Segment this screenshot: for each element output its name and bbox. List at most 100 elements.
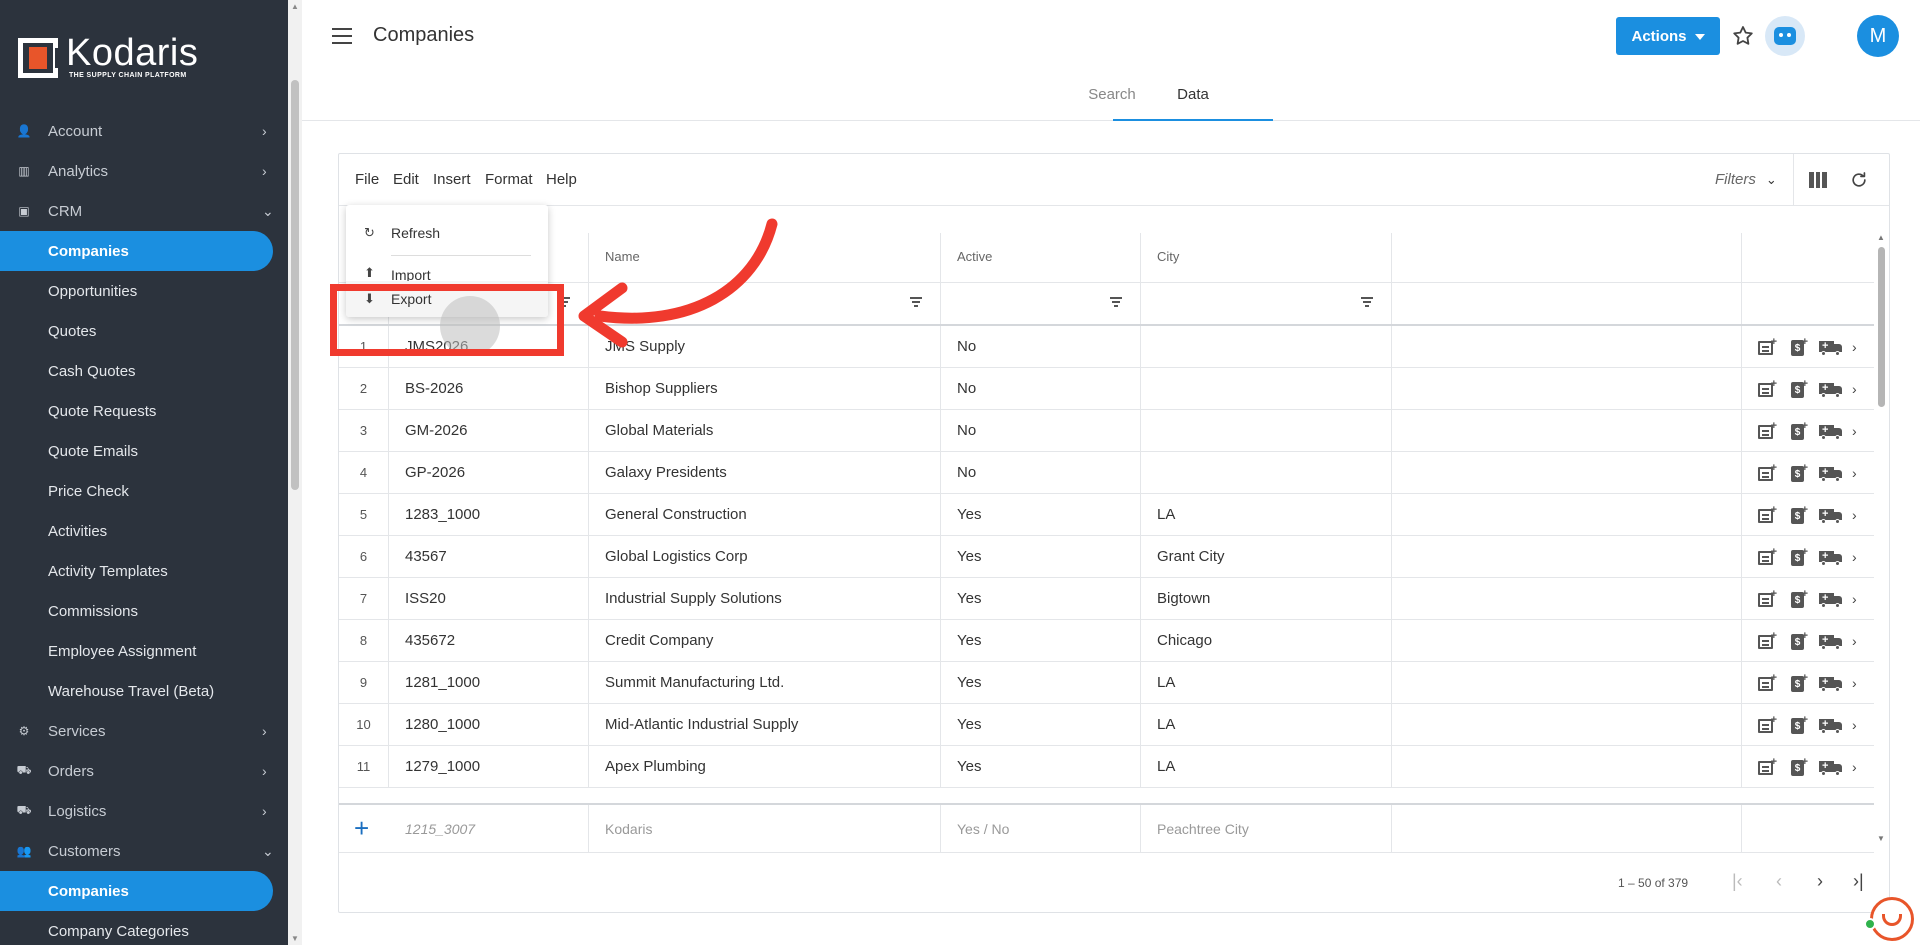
cell-code[interactable]: 43567 bbox=[389, 536, 589, 578]
cell-name[interactable]: General Construction bbox=[589, 494, 941, 536]
menu-help[interactable]: Help bbox=[546, 171, 577, 188]
sidebar-item-account[interactable]: 👤 Account › bbox=[0, 111, 288, 151]
cell-code[interactable]: 1280_1000 bbox=[389, 704, 589, 746]
first-page-icon[interactable]: |‹ bbox=[1732, 871, 1743, 892]
cell-city[interactable]: LA bbox=[1141, 494, 1392, 536]
cell-active[interactable]: No bbox=[941, 410, 1141, 452]
new-city-input[interactable]: Peachtree City bbox=[1141, 805, 1392, 853]
cell-active[interactable]: Yes bbox=[941, 620, 1141, 662]
cell-active[interactable]: Yes bbox=[941, 578, 1141, 620]
cell-active[interactable]: No bbox=[941, 326, 1141, 368]
chevron-right-icon[interactable]: › bbox=[1852, 717, 1857, 733]
tab-data[interactable]: Data bbox=[1113, 74, 1273, 121]
chevron-right-icon[interactable]: › bbox=[1852, 675, 1857, 691]
cell-name[interactable]: Global Logistics Corp bbox=[589, 536, 941, 578]
add-order-icon[interactable]: + bbox=[1819, 590, 1843, 608]
add-note-icon[interactable]: + bbox=[1757, 421, 1777, 440]
cell-active[interactable]: No bbox=[941, 368, 1141, 410]
add-order-icon[interactable]: + bbox=[1819, 338, 1843, 356]
add-note-icon[interactable]: + bbox=[1757, 547, 1777, 566]
add-quote-icon[interactable]: $ + bbox=[1788, 589, 1808, 608]
last-page-icon[interactable]: ›| bbox=[1853, 871, 1864, 892]
cell-name[interactable]: Credit Company bbox=[589, 620, 941, 662]
filters-dropdown[interactable]: Filters ⌄ bbox=[1715, 171, 1777, 188]
filter-cell-active[interactable] bbox=[941, 283, 1141, 324]
cell-name[interactable]: Summit Manufacturing Ltd. bbox=[589, 662, 941, 704]
add-quote-icon[interactable]: $ + bbox=[1788, 547, 1808, 566]
sidebar-item-employee-assignment[interactable]: Employee Assignment bbox=[0, 631, 288, 671]
cell-name[interactable]: Bishop Suppliers bbox=[589, 368, 941, 410]
chevron-right-icon[interactable]: › bbox=[1852, 423, 1857, 439]
cell-code[interactable]: BS-2026 bbox=[389, 368, 589, 410]
cell-name[interactable]: Mid-Atlantic Industrial Supply bbox=[589, 704, 941, 746]
sidebar-item-companies[interactable]: Companies bbox=[0, 231, 273, 271]
scrollbar-thumb[interactable] bbox=[291, 80, 299, 490]
user-avatar[interactable]: M bbox=[1857, 15, 1899, 57]
cell-code[interactable]: 1283_1000 bbox=[389, 494, 589, 536]
cell-name[interactable]: Global Materials bbox=[589, 410, 941, 452]
sidebar-item-crm[interactable]: ▣ CRM ⌄ bbox=[0, 191, 288, 231]
star-icon[interactable] bbox=[1731, 24, 1755, 48]
header-active[interactable]: Active bbox=[941, 233, 1141, 283]
chevron-right-icon[interactable]: › bbox=[1852, 465, 1857, 481]
new-code-input[interactable]: 1215_3007 bbox=[389, 805, 589, 853]
add-order-icon[interactable]: + bbox=[1819, 716, 1843, 734]
new-active-input[interactable]: Yes / No bbox=[941, 805, 1141, 853]
add-order-icon[interactable]: + bbox=[1819, 632, 1843, 650]
cell-active[interactable]: Yes bbox=[941, 494, 1141, 536]
chevron-right-icon[interactable]: › bbox=[1852, 591, 1857, 607]
menu-file[interactable]: File bbox=[355, 171, 379, 188]
actions-button[interactable]: Actions bbox=[1616, 17, 1720, 55]
table-row[interactable]: 2 BS-2026 Bishop Suppliers No + $ + + › bbox=[339, 368, 1874, 410]
add-note-icon[interactable]: + bbox=[1757, 337, 1777, 356]
table-row[interactable]: 11 1279_1000 Apex Plumbing Yes LA + $ + + › bbox=[339, 746, 1874, 788]
sidebar-item-opportunities[interactable]: Opportunities bbox=[0, 271, 288, 311]
table-row[interactable]: 6 43567 Global Logistics Corp Yes Grant City… bbox=[339, 536, 1874, 578]
add-quote-icon[interactable]: $ + bbox=[1788, 463, 1808, 482]
cell-code[interactable]: ISS20 bbox=[389, 578, 589, 620]
add-note-icon[interactable]: + bbox=[1757, 673, 1777, 692]
assistant-robot-icon[interactable] bbox=[1765, 16, 1805, 56]
sidebar-item-activity-templates[interactable]: Activity Templates bbox=[0, 551, 288, 591]
add-note-icon[interactable]: + bbox=[1757, 589, 1777, 608]
sidebar-scrollbar[interactable]: ▲ ▼ bbox=[288, 0, 302, 945]
cell-code[interactable]: GM-2026 bbox=[389, 410, 589, 452]
add-note-icon[interactable]: + bbox=[1757, 505, 1777, 524]
sidebar-item-analytics[interactable]: ▥ Analytics › bbox=[0, 151, 288, 191]
add-quote-icon[interactable]: $ + bbox=[1788, 421, 1808, 440]
kodaris-logo[interactable]: Kodaris THE SUPPLY CHAIN PLATFORM bbox=[18, 34, 198, 79]
cell-city[interactable]: Bigtown bbox=[1141, 578, 1392, 620]
add-order-icon[interactable]: + bbox=[1819, 422, 1843, 440]
previous-page-icon[interactable]: ‹ bbox=[1776, 871, 1782, 892]
cell-active[interactable]: Yes bbox=[941, 746, 1141, 788]
menu-edit[interactable]: Edit bbox=[393, 171, 419, 188]
sidebar-item-logistics[interactable]: ⛟ Logistics › bbox=[0, 791, 288, 831]
sidebar-item-companies[interactable]: Companies bbox=[0, 871, 273, 911]
sidebar-item-quotes[interactable]: Quotes bbox=[0, 311, 288, 351]
new-name-input[interactable]: Kodaris bbox=[589, 805, 941, 853]
add-quote-icon[interactable]: $ + bbox=[1788, 673, 1808, 692]
filter-cell-city[interactable] bbox=[1141, 283, 1392, 324]
cell-city[interactable]: LA bbox=[1141, 662, 1392, 704]
filter-icon[interactable] bbox=[1361, 297, 1373, 307]
add-note-icon[interactable]: + bbox=[1757, 379, 1777, 398]
add-quote-icon[interactable]: $ + bbox=[1788, 337, 1808, 356]
cell-code[interactable]: 435672 bbox=[389, 620, 589, 662]
scroll-down-icon[interactable]: ▼ bbox=[1877, 834, 1885, 843]
filter-icon[interactable] bbox=[910, 297, 922, 307]
chevron-right-icon[interactable]: › bbox=[1852, 381, 1857, 397]
add-note-icon[interactable]: + bbox=[1757, 715, 1777, 734]
cell-city[interactable]: LA bbox=[1141, 746, 1392, 788]
sidebar-item-activities[interactable]: Activities bbox=[0, 511, 288, 551]
cell-city[interactable]: LA bbox=[1141, 704, 1392, 746]
chevron-right-icon[interactable]: › bbox=[1852, 549, 1857, 565]
cell-name[interactable]: Galaxy Presidents bbox=[589, 452, 941, 494]
table-row[interactable]: 8 435672 Credit Company Yes Chicago + $ + + › bbox=[339, 620, 1874, 662]
table-row[interactable]: 7 ISS20 Industrial Supply Solutions Yes Bigt… bbox=[339, 578, 1874, 620]
cell-code[interactable]: 1279_1000 bbox=[389, 746, 589, 788]
cell-name[interactable]: Industrial Supply Solutions bbox=[589, 578, 941, 620]
sidebar-item-customers[interactable]: 👥 Customers ⌄ bbox=[0, 831, 288, 871]
add-quote-icon[interactable]: $ + bbox=[1788, 715, 1808, 734]
table-row[interactable]: 3 GM-2026 Global Materials No + $ + + › bbox=[339, 410, 1874, 452]
cell-city[interactable] bbox=[1141, 326, 1392, 368]
